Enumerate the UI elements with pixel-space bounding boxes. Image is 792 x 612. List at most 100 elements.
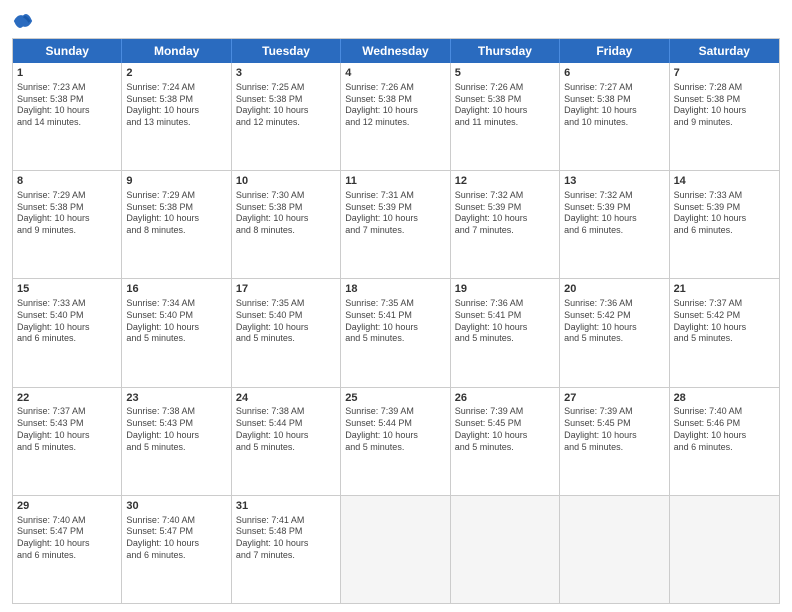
calendar-cell-24: 24Sunrise: 7:38 AM Sunset: 5:44 PM Dayli… — [232, 388, 341, 495]
cell-content: Sunrise: 7:26 AM Sunset: 5:38 PM Dayligh… — [455, 82, 555, 129]
calendar-cell-14: 14Sunrise: 7:33 AM Sunset: 5:39 PM Dayli… — [670, 171, 779, 278]
calendar-cell-16: 16Sunrise: 7:34 AM Sunset: 5:40 PM Dayli… — [122, 279, 231, 386]
day-number: 23 — [126, 391, 226, 406]
day-number: 9 — [126, 174, 226, 189]
calendar-cell-25: 25Sunrise: 7:39 AM Sunset: 5:44 PM Dayli… — [341, 388, 450, 495]
cell-content: Sunrise: 7:39 AM Sunset: 5:44 PM Dayligh… — [345, 406, 445, 453]
calendar-cell-19: 19Sunrise: 7:36 AM Sunset: 5:41 PM Dayli… — [451, 279, 560, 386]
calendar-row-4: 29Sunrise: 7:40 AM Sunset: 5:47 PM Dayli… — [13, 496, 779, 603]
day-number: 11 — [345, 174, 445, 189]
calendar-cell-18: 18Sunrise: 7:35 AM Sunset: 5:41 PM Dayli… — [341, 279, 450, 386]
calendar-cell-9: 9Sunrise: 7:29 AM Sunset: 5:38 PM Daylig… — [122, 171, 231, 278]
day-number: 30 — [126, 499, 226, 514]
calendar-cell-8: 8Sunrise: 7:29 AM Sunset: 5:38 PM Daylig… — [13, 171, 122, 278]
day-number: 4 — [345, 66, 445, 81]
calendar-cell-1: 1Sunrise: 7:23 AM Sunset: 5:38 PM Daylig… — [13, 63, 122, 170]
cell-content: Sunrise: 7:32 AM Sunset: 5:39 PM Dayligh… — [455, 190, 555, 237]
day-number: 16 — [126, 282, 226, 297]
cell-content: Sunrise: 7:33 AM Sunset: 5:40 PM Dayligh… — [17, 298, 117, 345]
calendar-cell-22: 22Sunrise: 7:37 AM Sunset: 5:43 PM Dayli… — [13, 388, 122, 495]
day-number: 24 — [236, 391, 336, 406]
cell-content: Sunrise: 7:35 AM Sunset: 5:41 PM Dayligh… — [345, 298, 445, 345]
calendar-cell-3: 3Sunrise: 7:25 AM Sunset: 5:38 PM Daylig… — [232, 63, 341, 170]
day-number: 1 — [17, 66, 117, 81]
cell-content: Sunrise: 7:25 AM Sunset: 5:38 PM Dayligh… — [236, 82, 336, 129]
calendar: SundayMondayTuesdayWednesdayThursdayFrid… — [12, 38, 780, 604]
calendar-cell-4: 4Sunrise: 7:26 AM Sunset: 5:38 PM Daylig… — [341, 63, 450, 170]
calendar-cell-28: 28Sunrise: 7:40 AM Sunset: 5:46 PM Dayli… — [670, 388, 779, 495]
cell-content: Sunrise: 7:36 AM Sunset: 5:41 PM Dayligh… — [455, 298, 555, 345]
cell-content: Sunrise: 7:29 AM Sunset: 5:38 PM Dayligh… — [17, 190, 117, 237]
calendar-cell-empty-3 — [341, 496, 450, 603]
cell-content: Sunrise: 7:23 AM Sunset: 5:38 PM Dayligh… — [17, 82, 117, 129]
day-number: 26 — [455, 391, 555, 406]
calendar-row-3: 22Sunrise: 7:37 AM Sunset: 5:43 PM Dayli… — [13, 388, 779, 496]
cell-content: Sunrise: 7:41 AM Sunset: 5:48 PM Dayligh… — [236, 515, 336, 562]
calendar-cell-12: 12Sunrise: 7:32 AM Sunset: 5:39 PM Dayli… — [451, 171, 560, 278]
calendar-cell-27: 27Sunrise: 7:39 AM Sunset: 5:45 PM Dayli… — [560, 388, 669, 495]
calendar-cell-20: 20Sunrise: 7:36 AM Sunset: 5:42 PM Dayli… — [560, 279, 669, 386]
calendar-header-friday: Friday — [560, 39, 669, 63]
day-number: 25 — [345, 391, 445, 406]
calendar-cell-5: 5Sunrise: 7:26 AM Sunset: 5:38 PM Daylig… — [451, 63, 560, 170]
day-number: 13 — [564, 174, 664, 189]
cell-content: Sunrise: 7:30 AM Sunset: 5:38 PM Dayligh… — [236, 190, 336, 237]
calendar-cell-11: 11Sunrise: 7:31 AM Sunset: 5:39 PM Dayli… — [341, 171, 450, 278]
day-number: 18 — [345, 282, 445, 297]
cell-content: Sunrise: 7:32 AM Sunset: 5:39 PM Dayligh… — [564, 190, 664, 237]
cell-content: Sunrise: 7:37 AM Sunset: 5:43 PM Dayligh… — [17, 406, 117, 453]
calendar-cell-13: 13Sunrise: 7:32 AM Sunset: 5:39 PM Dayli… — [560, 171, 669, 278]
day-number: 29 — [17, 499, 117, 514]
calendar-cell-17: 17Sunrise: 7:35 AM Sunset: 5:40 PM Dayli… — [232, 279, 341, 386]
main-container: SundayMondayTuesdayWednesdayThursdayFrid… — [0, 0, 792, 612]
calendar-header-tuesday: Tuesday — [232, 39, 341, 63]
cell-content: Sunrise: 7:36 AM Sunset: 5:42 PM Dayligh… — [564, 298, 664, 345]
day-number: 21 — [674, 282, 775, 297]
calendar-header-sunday: Sunday — [13, 39, 122, 63]
cell-content: Sunrise: 7:35 AM Sunset: 5:40 PM Dayligh… — [236, 298, 336, 345]
calendar-cell-31: 31Sunrise: 7:41 AM Sunset: 5:48 PM Dayli… — [232, 496, 341, 603]
day-number: 3 — [236, 66, 336, 81]
day-number: 27 — [564, 391, 664, 406]
page-header — [12, 10, 780, 32]
cell-content: Sunrise: 7:38 AM Sunset: 5:44 PM Dayligh… — [236, 406, 336, 453]
cell-content: Sunrise: 7:40 AM Sunset: 5:47 PM Dayligh… — [126, 515, 226, 562]
day-number: 10 — [236, 174, 336, 189]
day-number: 22 — [17, 391, 117, 406]
calendar-cell-empty-4 — [451, 496, 560, 603]
day-number: 28 — [674, 391, 775, 406]
calendar-body: 1Sunrise: 7:23 AM Sunset: 5:38 PM Daylig… — [13, 63, 779, 603]
calendar-cell-26: 26Sunrise: 7:39 AM Sunset: 5:45 PM Dayli… — [451, 388, 560, 495]
cell-content: Sunrise: 7:40 AM Sunset: 5:46 PM Dayligh… — [674, 406, 775, 453]
day-number: 15 — [17, 282, 117, 297]
calendar-header-saturday: Saturday — [670, 39, 779, 63]
day-number: 31 — [236, 499, 336, 514]
cell-content: Sunrise: 7:26 AM Sunset: 5:38 PM Dayligh… — [345, 82, 445, 129]
day-number: 12 — [455, 174, 555, 189]
cell-content: Sunrise: 7:29 AM Sunset: 5:38 PM Dayligh… — [126, 190, 226, 237]
calendar-header-monday: Monday — [122, 39, 231, 63]
calendar-cell-29: 29Sunrise: 7:40 AM Sunset: 5:47 PM Dayli… — [13, 496, 122, 603]
calendar-header: SundayMondayTuesdayWednesdayThursdayFrid… — [13, 39, 779, 63]
cell-content: Sunrise: 7:39 AM Sunset: 5:45 PM Dayligh… — [564, 406, 664, 453]
logo-icon — [12, 10, 34, 32]
cell-content: Sunrise: 7:37 AM Sunset: 5:42 PM Dayligh… — [674, 298, 775, 345]
cell-content: Sunrise: 7:31 AM Sunset: 5:39 PM Dayligh… — [345, 190, 445, 237]
day-number: 5 — [455, 66, 555, 81]
calendar-cell-2: 2Sunrise: 7:24 AM Sunset: 5:38 PM Daylig… — [122, 63, 231, 170]
cell-content: Sunrise: 7:28 AM Sunset: 5:38 PM Dayligh… — [674, 82, 775, 129]
calendar-row-0: 1Sunrise: 7:23 AM Sunset: 5:38 PM Daylig… — [13, 63, 779, 171]
day-number: 20 — [564, 282, 664, 297]
calendar-cell-7: 7Sunrise: 7:28 AM Sunset: 5:38 PM Daylig… — [670, 63, 779, 170]
day-number: 2 — [126, 66, 226, 81]
day-number: 14 — [674, 174, 775, 189]
calendar-header-thursday: Thursday — [451, 39, 560, 63]
day-number: 8 — [17, 174, 117, 189]
cell-content: Sunrise: 7:33 AM Sunset: 5:39 PM Dayligh… — [674, 190, 775, 237]
cell-content: Sunrise: 7:40 AM Sunset: 5:47 PM Dayligh… — [17, 515, 117, 562]
calendar-row-1: 8Sunrise: 7:29 AM Sunset: 5:38 PM Daylig… — [13, 171, 779, 279]
cell-content: Sunrise: 7:38 AM Sunset: 5:43 PM Dayligh… — [126, 406, 226, 453]
cell-content: Sunrise: 7:24 AM Sunset: 5:38 PM Dayligh… — [126, 82, 226, 129]
cell-content: Sunrise: 7:27 AM Sunset: 5:38 PM Dayligh… — [564, 82, 664, 129]
day-number: 19 — [455, 282, 555, 297]
